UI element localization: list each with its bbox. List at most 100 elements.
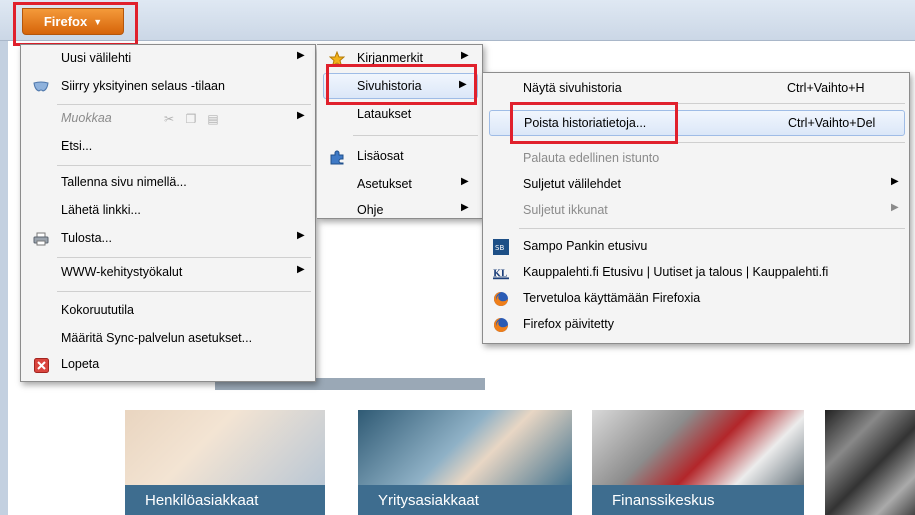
menu-item-new-tab[interactable]: Uusi välilehti ▶ [21, 47, 315, 71]
firefox-menu-button[interactable]: Firefox ▼ [22, 8, 124, 35]
menu-item-label: Määritä Sync-palvelun asetukset... [61, 331, 253, 345]
card-caption: Yritysasiakkaat [358, 485, 572, 515]
menu-separator [353, 135, 478, 136]
menu-item-label: Siirry yksityinen selaus -tilaan [61, 79, 225, 93]
submenu-arrow-icon: ▶ [461, 176, 469, 187]
menu-item-restore-session: Palauta edellinen istunto [483, 147, 909, 171]
menu-item-label: Palauta edellinen istunto [523, 151, 660, 165]
submenu-arrow-icon: ▶ [297, 230, 305, 241]
firefox-secondary-menu: Kirjanmerkit ▶ Sivuhistoria ▶ Lataukset … [317, 44, 483, 219]
card-caption: Henkilöasiakkaat [125, 485, 325, 515]
menu-separator [57, 257, 311, 258]
kl-icon: KL [493, 265, 509, 281]
menu-item-addons[interactable]: Lisäosat [317, 145, 482, 169]
menu-item-quit[interactable]: Lopeta [21, 353, 315, 377]
menu-item-label: Kirjanmerkit [357, 51, 423, 65]
printer-icon [33, 231, 49, 247]
menu-item-closed-windows: Suljetut ikkunat ▶ [483, 199, 909, 223]
menu-separator [57, 291, 311, 292]
menu-item-save-page[interactable]: Tallenna sivu nimellä... [21, 171, 315, 195]
menu-item-full-screen[interactable]: Kokoruututila [21, 299, 315, 323]
card-finanssikeskus[interactable]: Finanssikeskus [592, 410, 804, 515]
menu-item-private-browsing[interactable]: Siirry yksityinen selaus -tilaan [21, 75, 315, 99]
submenu-arrow-icon: ▶ [891, 176, 899, 187]
submenu-arrow-icon: ▶ [891, 202, 899, 213]
menu-item-label: WWW-kehitystyökalut [61, 265, 183, 279]
submenu-arrow-icon: ▶ [459, 79, 467, 90]
menu-item-label: Kokoruututila [61, 303, 134, 317]
menu-item-label: Poista historiatietoja... [524, 116, 647, 130]
menu-item-closed-tabs[interactable]: Suljetut välilehdet ▶ [483, 173, 909, 197]
menu-item-label: Suljetut välilehdet [523, 177, 621, 191]
submenu-arrow-icon: ▶ [297, 110, 305, 121]
menu-item-downloads[interactable]: Lataukset [317, 103, 482, 127]
menu-item-label: Lisäosat [357, 149, 404, 163]
quit-icon [33, 357, 49, 373]
copy-icon: ❐ [185, 112, 197, 126]
menu-item-label: Asetukset [357, 177, 412, 191]
menu-item-label: Lopeta [61, 357, 100, 371]
menu-item-label: Sampo Pankin etusivu [523, 239, 648, 253]
menu-separator [519, 228, 905, 229]
puzzle-icon [329, 149, 345, 165]
menu-item-web-developer[interactable]: WWW-kehitystyökalut ▶ [21, 261, 315, 285]
menu-item-label: Tallenna sivu nimellä... [61, 175, 187, 189]
menu-item-label: Kauppalehti.fi Etusivu | Uutiset ja talo… [523, 265, 829, 279]
menu-separator [57, 104, 311, 105]
menu-item-label: Lataukset [357, 107, 412, 121]
card-yritysasiakkaat[interactable]: Yritysasiakkaat [358, 410, 572, 515]
card-image [825, 410, 915, 515]
submenu-arrow-icon: ▶ [297, 264, 305, 275]
firefox-main-menu: Uusi välilehti ▶ Siirry yksityinen selau… [20, 44, 316, 382]
menu-item-label: Etsi... [61, 139, 93, 153]
card-image [125, 410, 325, 489]
card-image [358, 410, 572, 489]
menu-item-shortcut: Ctrl+Vaihto+H [787, 81, 865, 95]
menu-item-label: Näytä sivuhistoria [523, 81, 622, 95]
mask-icon [33, 79, 49, 95]
history-entry-sampo[interactable]: SB Sampo Pankin etusivu [483, 235, 909, 259]
menu-item-clear-history[interactable]: Poista historiatietoja... Ctrl+Vaihto+De… [489, 110, 905, 136]
menu-item-show-history[interactable]: Näytä sivuhistoria Ctrl+Vaihto+H [483, 77, 909, 101]
firefox-button-label: Firefox [43, 14, 88, 29]
menu-item-settings[interactable]: Asetukset ▶ [317, 173, 482, 197]
menu-item-label: Tervetuloa käyttämään Firefoxia [523, 291, 701, 305]
submenu-arrow-icon: ▶ [461, 202, 469, 213]
card-image [592, 410, 804, 489]
star-icon [329, 51, 345, 67]
window-frame [0, 0, 8, 515]
menu-separator [519, 103, 905, 104]
history-entry-firefox-updated[interactable]: Firefox päivitetty [483, 313, 909, 337]
menu-item-label: Lähetä linkki... [61, 203, 141, 217]
menu-item-edit: Muokkaa ✂ ❐ ▤ ▶ [21, 107, 315, 131]
card-henkiloasiakkaat[interactable]: Henkilöasiakkaat [125, 410, 325, 515]
toolbar [0, 0, 915, 41]
submenu-arrow-icon: ▶ [297, 50, 305, 61]
submenu-arrow-icon: ▶ [461, 50, 469, 61]
card-caption: Finanssikeskus [592, 485, 804, 515]
history-submenu: Näytä sivuhistoria Ctrl+Vaihto+H Poista … [482, 72, 910, 344]
menu-item-bookmarks[interactable]: Kirjanmerkit ▶ [317, 47, 482, 71]
history-entry-firefox-welcome[interactable]: Tervetuloa käyttämään Firefoxia [483, 287, 909, 311]
menu-item-shortcut: Ctrl+Vaihto+Del [788, 116, 876, 130]
chevron-down-icon: ▼ [93, 16, 103, 27]
firefox-icon [493, 291, 509, 307]
menu-item-history[interactable]: Sivuhistoria ▶ [323, 73, 478, 99]
menu-separator [519, 142, 905, 143]
menu-item-label: Tulosta... [61, 231, 112, 245]
firefox-icon [493, 317, 509, 333]
paste-icon: ▤ [207, 112, 219, 126]
menu-separator [57, 165, 311, 166]
menu-item-find[interactable]: Etsi... [21, 135, 315, 159]
menu-item-send-link[interactable]: Lähetä linkki... [21, 199, 315, 223]
menu-item-sync-settings[interactable]: Määritä Sync-palvelun asetukset... [21, 327, 315, 351]
svg-text:SB: SB [495, 244, 504, 252]
menu-item-label: Firefox päivitetty [523, 317, 615, 331]
history-entry-kauppalehti[interactable]: KL Kauppalehti.fi Etusivu | Uutiset ja t… [483, 261, 909, 285]
menu-item-print[interactable]: Tulosta... ▶ [21, 227, 315, 251]
card-partial[interactable] [825, 410, 915, 515]
cut-icon: ✂ [163, 112, 175, 126]
menu-item-label: Uusi välilehti [61, 51, 132, 65]
sampo-icon: SB [493, 239, 509, 255]
menu-item-help[interactable]: Ohje ▶ [317, 199, 482, 223]
